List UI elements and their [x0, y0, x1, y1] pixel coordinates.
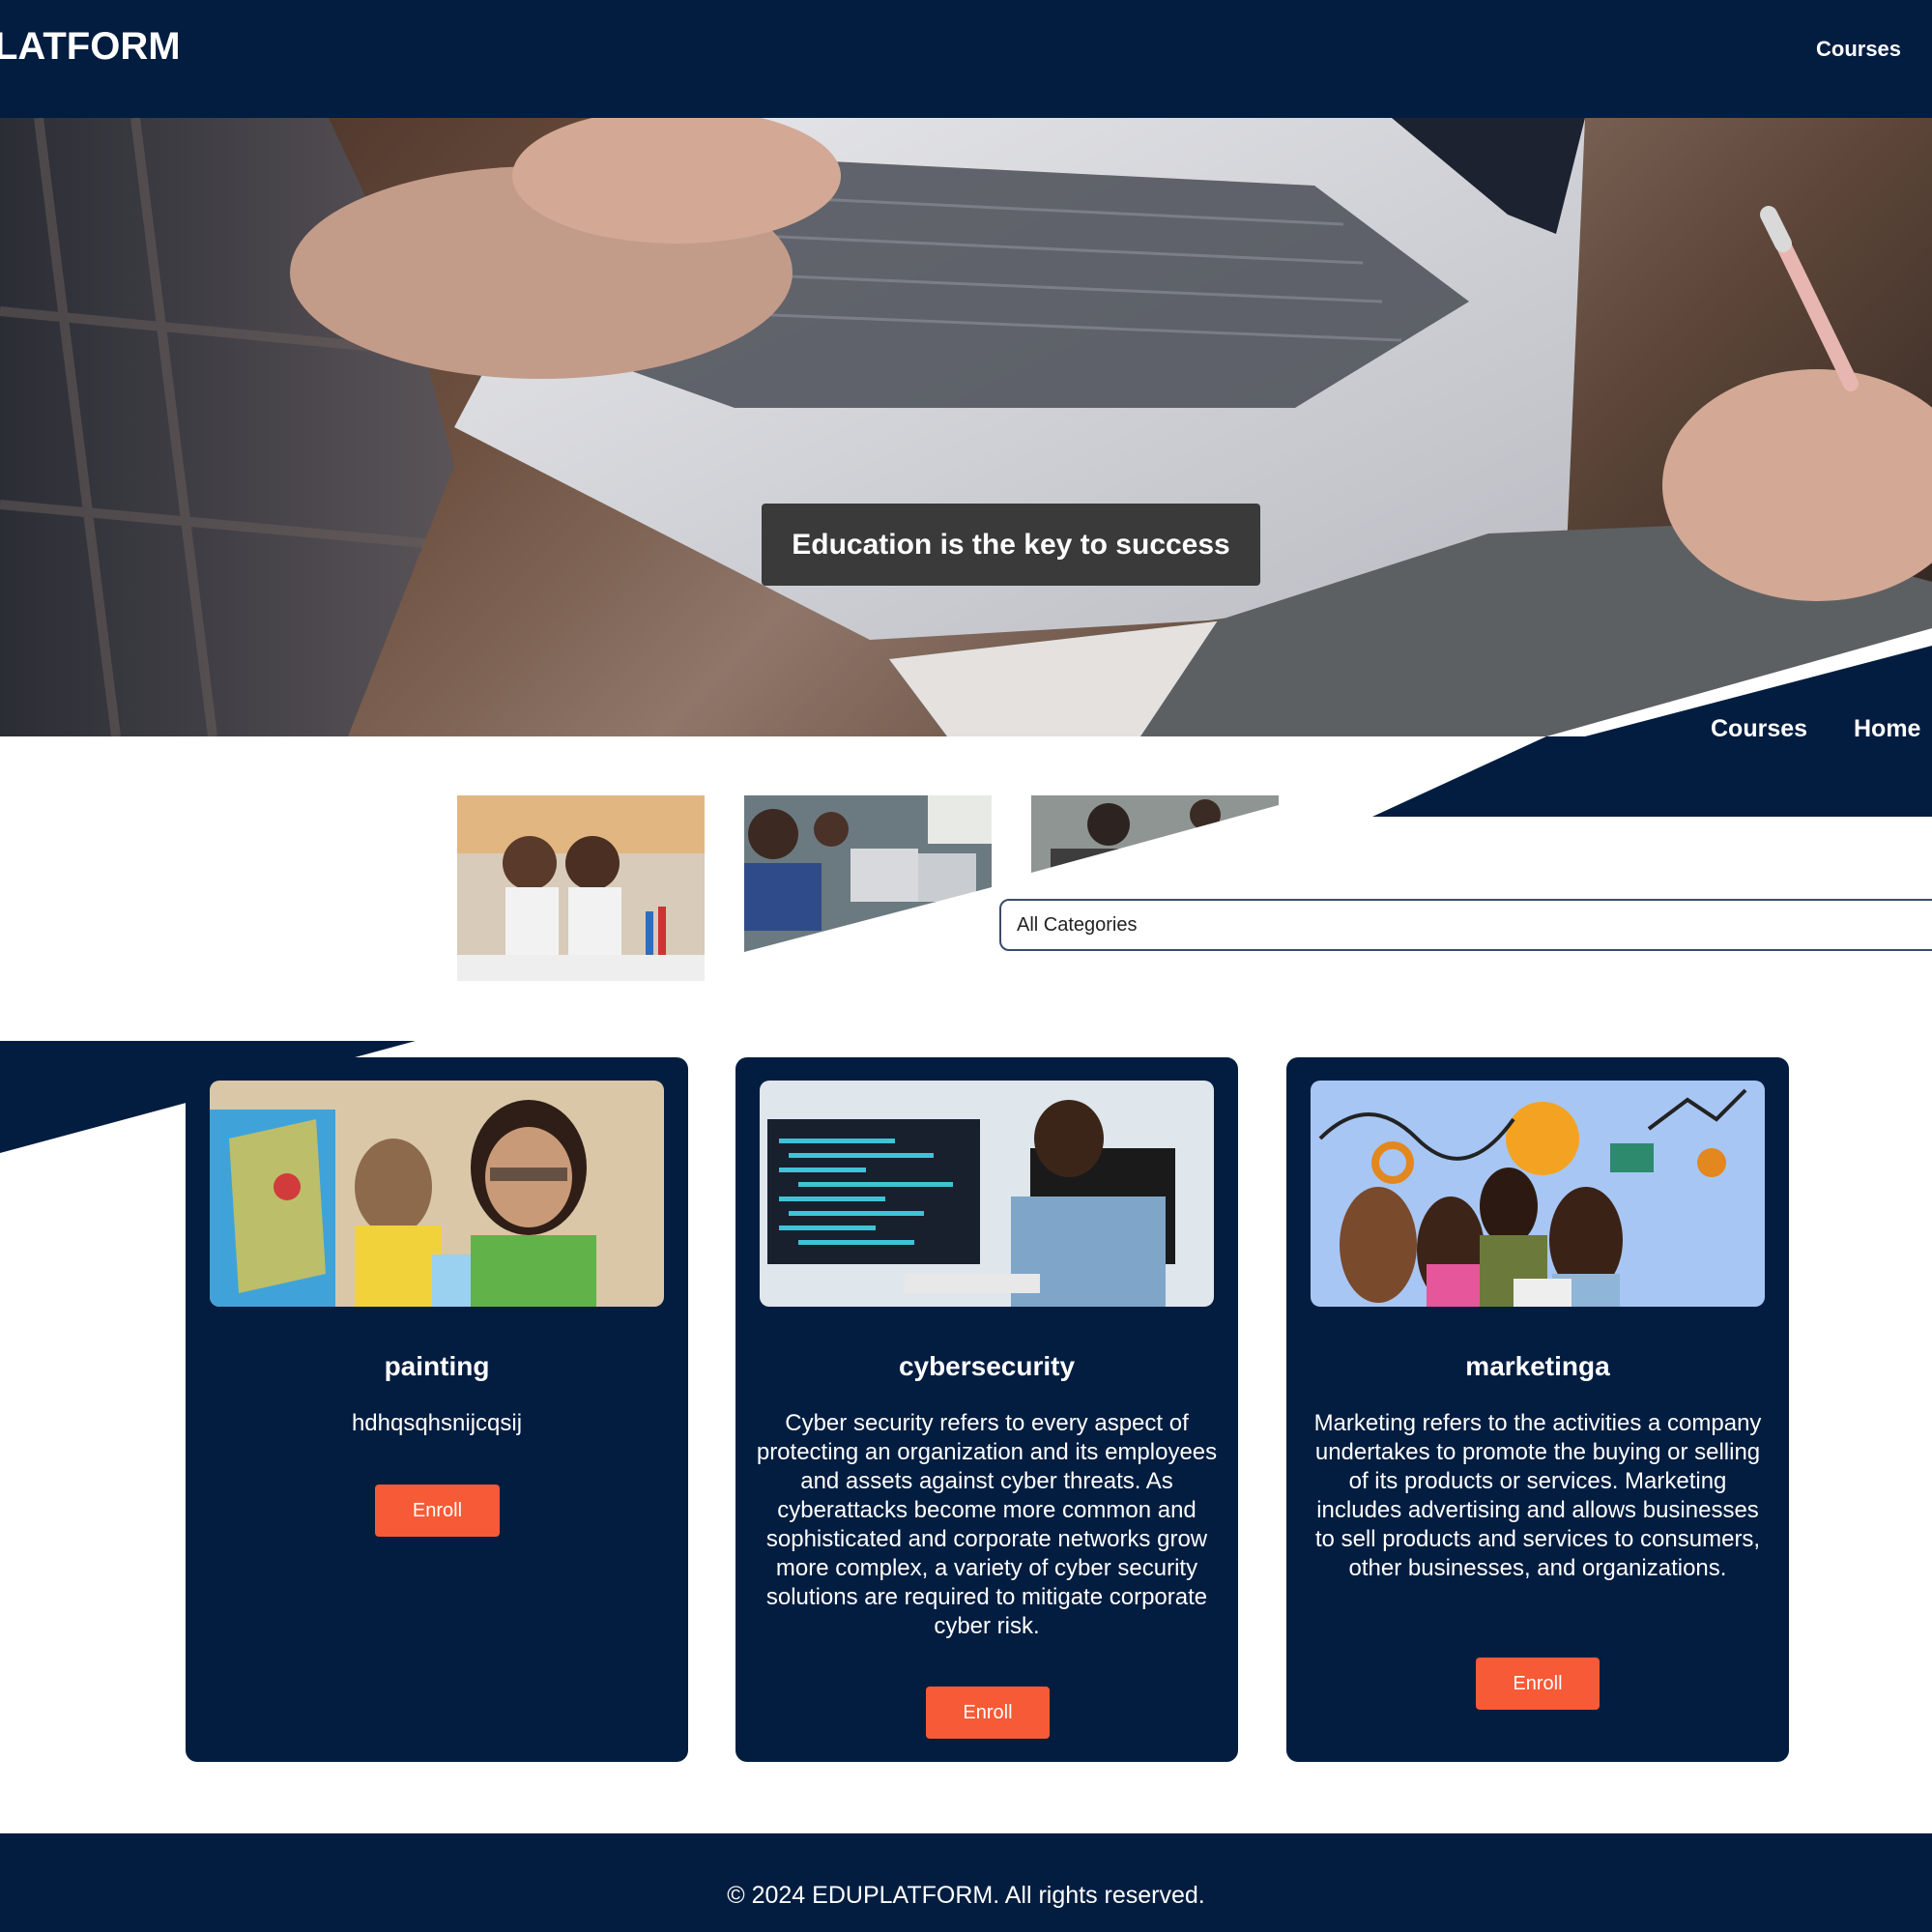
thumbnail-classroom-laptops — [744, 795, 992, 952]
footer: © 2024 EDUPLATFORM. All rights reserved. — [0, 1833, 1932, 1932]
nav-link-home[interactable]: Home — [1854, 715, 1920, 743]
course-description: Cyber security refers to every aspect of… — [756, 1410, 1218, 1639]
course-card-painting: painting hdhqsqhsnijcqsij Enroll — [186, 1057, 688, 1762]
course-image-marketing — [1311, 1081, 1765, 1307]
hero-caption: Education is the key to success — [762, 504, 1260, 586]
category-select[interactable]: All Categories — [999, 899, 1932, 951]
course-title: cybersecurity — [898, 1351, 1076, 1381]
enroll-button[interactable]: Enroll — [926, 1687, 1050, 1739]
category-select-value: All Categories — [1017, 914, 1138, 936]
hero-banner: Education is the key to success — [0, 118, 1932, 736]
course-title: marketinga — [1465, 1351, 1610, 1381]
course-image-cybersecurity — [760, 1081, 1214, 1307]
nav-link-courses-secondary[interactable]: Courses — [1711, 715, 1807, 743]
course-card-cybersecurity: cybersecurity Cyber security refers to e… — [735, 1057, 1238, 1762]
course-description: hdhqsqhsnijcqsij — [351, 1410, 523, 1436]
course-image-painting — [210, 1081, 664, 1307]
nav-link-courses[interactable]: Courses — [1816, 37, 1932, 62]
course-card-marketinga: marketinga Marketing refers to the activ… — [1286, 1057, 1789, 1762]
hero-photo — [0, 118, 1932, 736]
course-title: painting — [384, 1351, 490, 1381]
site-logo[interactable]: LATFORM — [0, 25, 181, 69]
thumbnail-lab-students — [457, 795, 705, 981]
footer-copyright: © 2024 EDUPLATFORM. All rights reserved. — [727, 1882, 1205, 1909]
enroll-button[interactable]: Enroll — [1476, 1658, 1600, 1710]
thumbnail-students-studying — [1031, 795, 1279, 873]
top-navbar: LATFORM Courses — [0, 0, 1932, 118]
course-description: Marketing refers to the activities a com… — [1313, 1410, 1762, 1581]
enroll-button[interactable]: Enroll — [375, 1485, 500, 1537]
